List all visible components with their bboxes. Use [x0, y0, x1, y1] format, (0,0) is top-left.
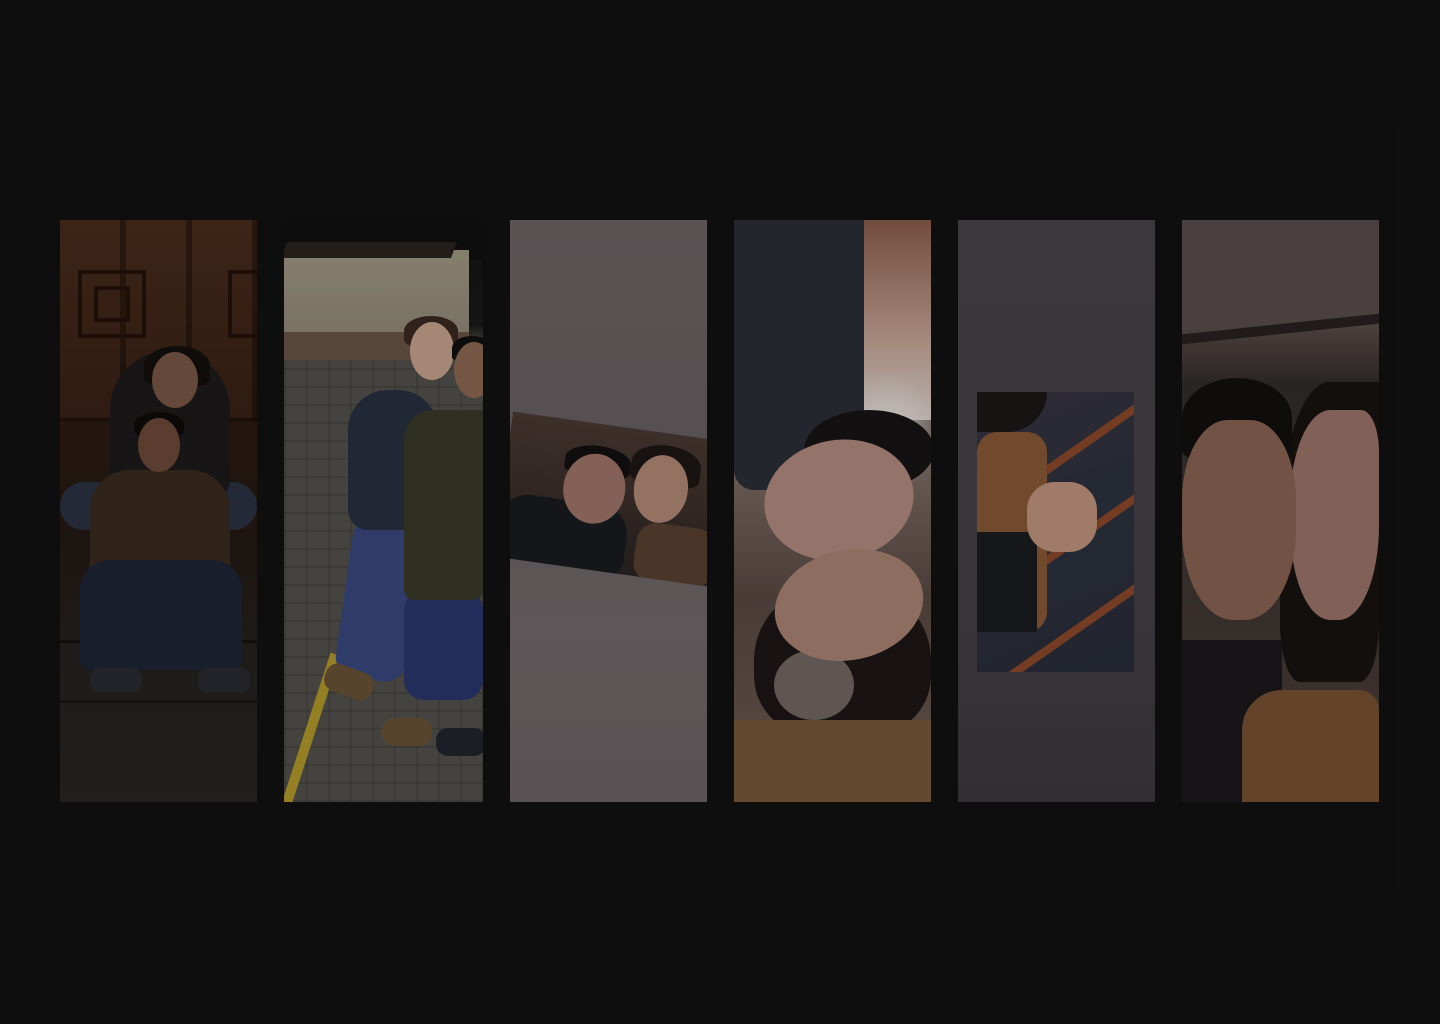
shoe [436, 728, 483, 756]
photo-panel-2[interactable] [284, 220, 483, 802]
photo-panel-4[interactable] [734, 220, 931, 802]
person-hair [977, 392, 1047, 432]
shoe [198, 668, 250, 692]
building-roof [284, 242, 457, 258]
boot [382, 718, 432, 746]
photo-shade [1182, 220, 1379, 802]
person-face [152, 352, 198, 408]
shoe [90, 668, 142, 692]
step-edge [60, 700, 257, 703]
person-body [404, 410, 483, 600]
tilted-selfie [510, 411, 707, 587]
person-jeans [80, 560, 242, 670]
person-coat [734, 720, 931, 802]
person-face [410, 322, 454, 380]
photo-panel-3[interactable] [510, 220, 707, 802]
person-face [138, 418, 180, 472]
holding-hands-photo [977, 392, 1134, 672]
door-carving [228, 270, 257, 338]
photo-panel-5[interactable] [958, 220, 1155, 802]
person-coat [630, 520, 707, 587]
holding-hands [1027, 482, 1097, 552]
jacket-sleeve [977, 532, 1037, 632]
photo-panel-1[interactable] [60, 220, 257, 802]
person-jeans [404, 590, 483, 700]
gallery-stage [0, 0, 1440, 1024]
photo-panel-6[interactable] [1182, 220, 1379, 802]
door-carving [94, 286, 130, 322]
